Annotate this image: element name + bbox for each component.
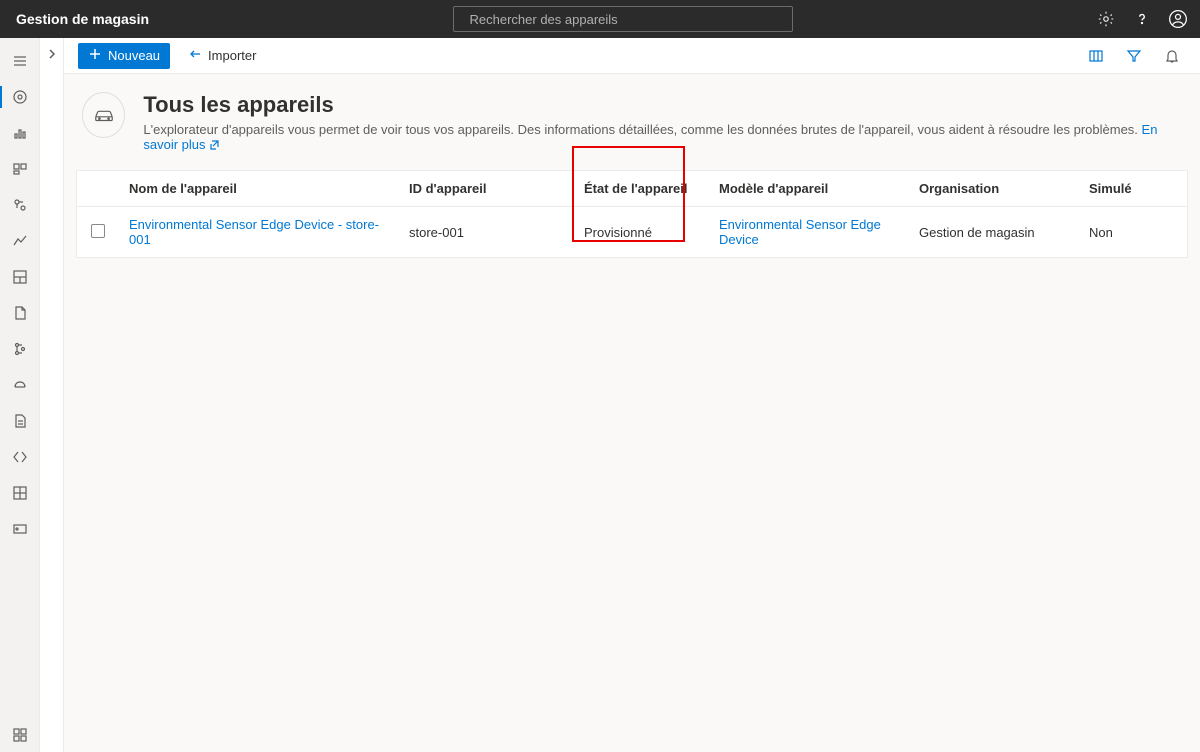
top-bar: Gestion de magasin <box>0 0 1200 38</box>
col-model[interactable]: Modèle d'appareil <box>705 171 905 207</box>
device-icon <box>82 92 125 138</box>
device-model-link[interactable]: Environmental Sensor Edge Device <box>719 217 881 247</box>
nav-templates[interactable] <box>0 296 40 330</box>
row-checkbox[interactable] <box>91 224 105 238</box>
import-button-label: Importer <box>208 48 256 63</box>
device-state: Provisionné <box>570 207 705 258</box>
nav-rail <box>0 38 40 752</box>
nav-admin[interactable] <box>0 476 40 510</box>
col-sim[interactable]: Simulé <box>1075 171 1187 207</box>
search-input[interactable] <box>470 12 784 27</box>
nav-rules[interactable] <box>0 188 40 222</box>
page-subtitle-text: L'explorateur d'appareils vous permet de… <box>143 122 1141 137</box>
table-row[interactable]: Environmental Sensor Edge Device - store… <box>77 207 1187 258</box>
nav-data[interactable] <box>0 512 40 546</box>
col-name[interactable]: Nom de l'appareil <box>115 171 395 207</box>
import-icon <box>188 47 202 64</box>
nav-menu-icon[interactable] <box>0 44 40 78</box>
expand-nav-button[interactable] <box>40 38 64 752</box>
device-org: Gestion de magasin <box>905 207 1075 258</box>
table-header-row: Nom de l'appareil ID d'appareil État de … <box>77 171 1187 207</box>
nav-export[interactable] <box>0 368 40 402</box>
command-bar: Nouveau Importer <box>64 38 1200 74</box>
new-button[interactable]: Nouveau <box>78 43 170 69</box>
nav-files[interactable] <box>0 404 40 438</box>
device-id: store-001 <box>395 207 570 258</box>
app-title: Gestion de magasin <box>16 11 149 27</box>
col-id[interactable]: ID d'appareil <box>395 171 570 207</box>
nav-analytics[interactable] <box>0 116 40 150</box>
notifications-icon[interactable] <box>1158 42 1186 70</box>
device-sim: Non <box>1075 207 1187 258</box>
nav-apps[interactable] <box>0 718 40 752</box>
settings-icon[interactable] <box>1096 9 1116 29</box>
help-icon[interactable] <box>1132 9 1152 29</box>
col-org[interactable]: Organisation <box>905 171 1075 207</box>
external-link-icon <box>208 139 220 154</box>
import-button[interactable]: Importer <box>180 43 264 69</box>
device-table-card: Nom de l'appareil ID d'appareil État de … <box>76 170 1188 258</box>
device-table: Nom de l'appareil ID d'appareil État de … <box>77 171 1187 257</box>
nav-dashboards[interactable] <box>0 260 40 294</box>
nav-api[interactable] <box>0 440 40 474</box>
col-state[interactable]: État de l'appareil <box>570 171 705 207</box>
filter-icon[interactable] <box>1120 42 1148 70</box>
nav-devices[interactable] <box>0 80 40 114</box>
nav-groups[interactable] <box>0 152 40 186</box>
page-header: Tous les appareils L'explorateur d'appar… <box>64 74 1200 166</box>
new-button-label: Nouveau <box>108 48 160 63</box>
nav-jobs[interactable] <box>0 332 40 366</box>
device-name-link[interactable]: Environmental Sensor Edge Device - store… <box>129 217 379 247</box>
user-icon[interactable] <box>1168 9 1188 29</box>
plus-icon <box>88 47 102 64</box>
columns-icon[interactable] <box>1082 42 1110 70</box>
page-title: Tous les appareils <box>143 92 1172 118</box>
page-subtitle: L'explorateur d'appareils vous permet de… <box>143 122 1172 154</box>
nav-charts[interactable] <box>0 224 40 258</box>
search-box[interactable] <box>453 6 793 32</box>
